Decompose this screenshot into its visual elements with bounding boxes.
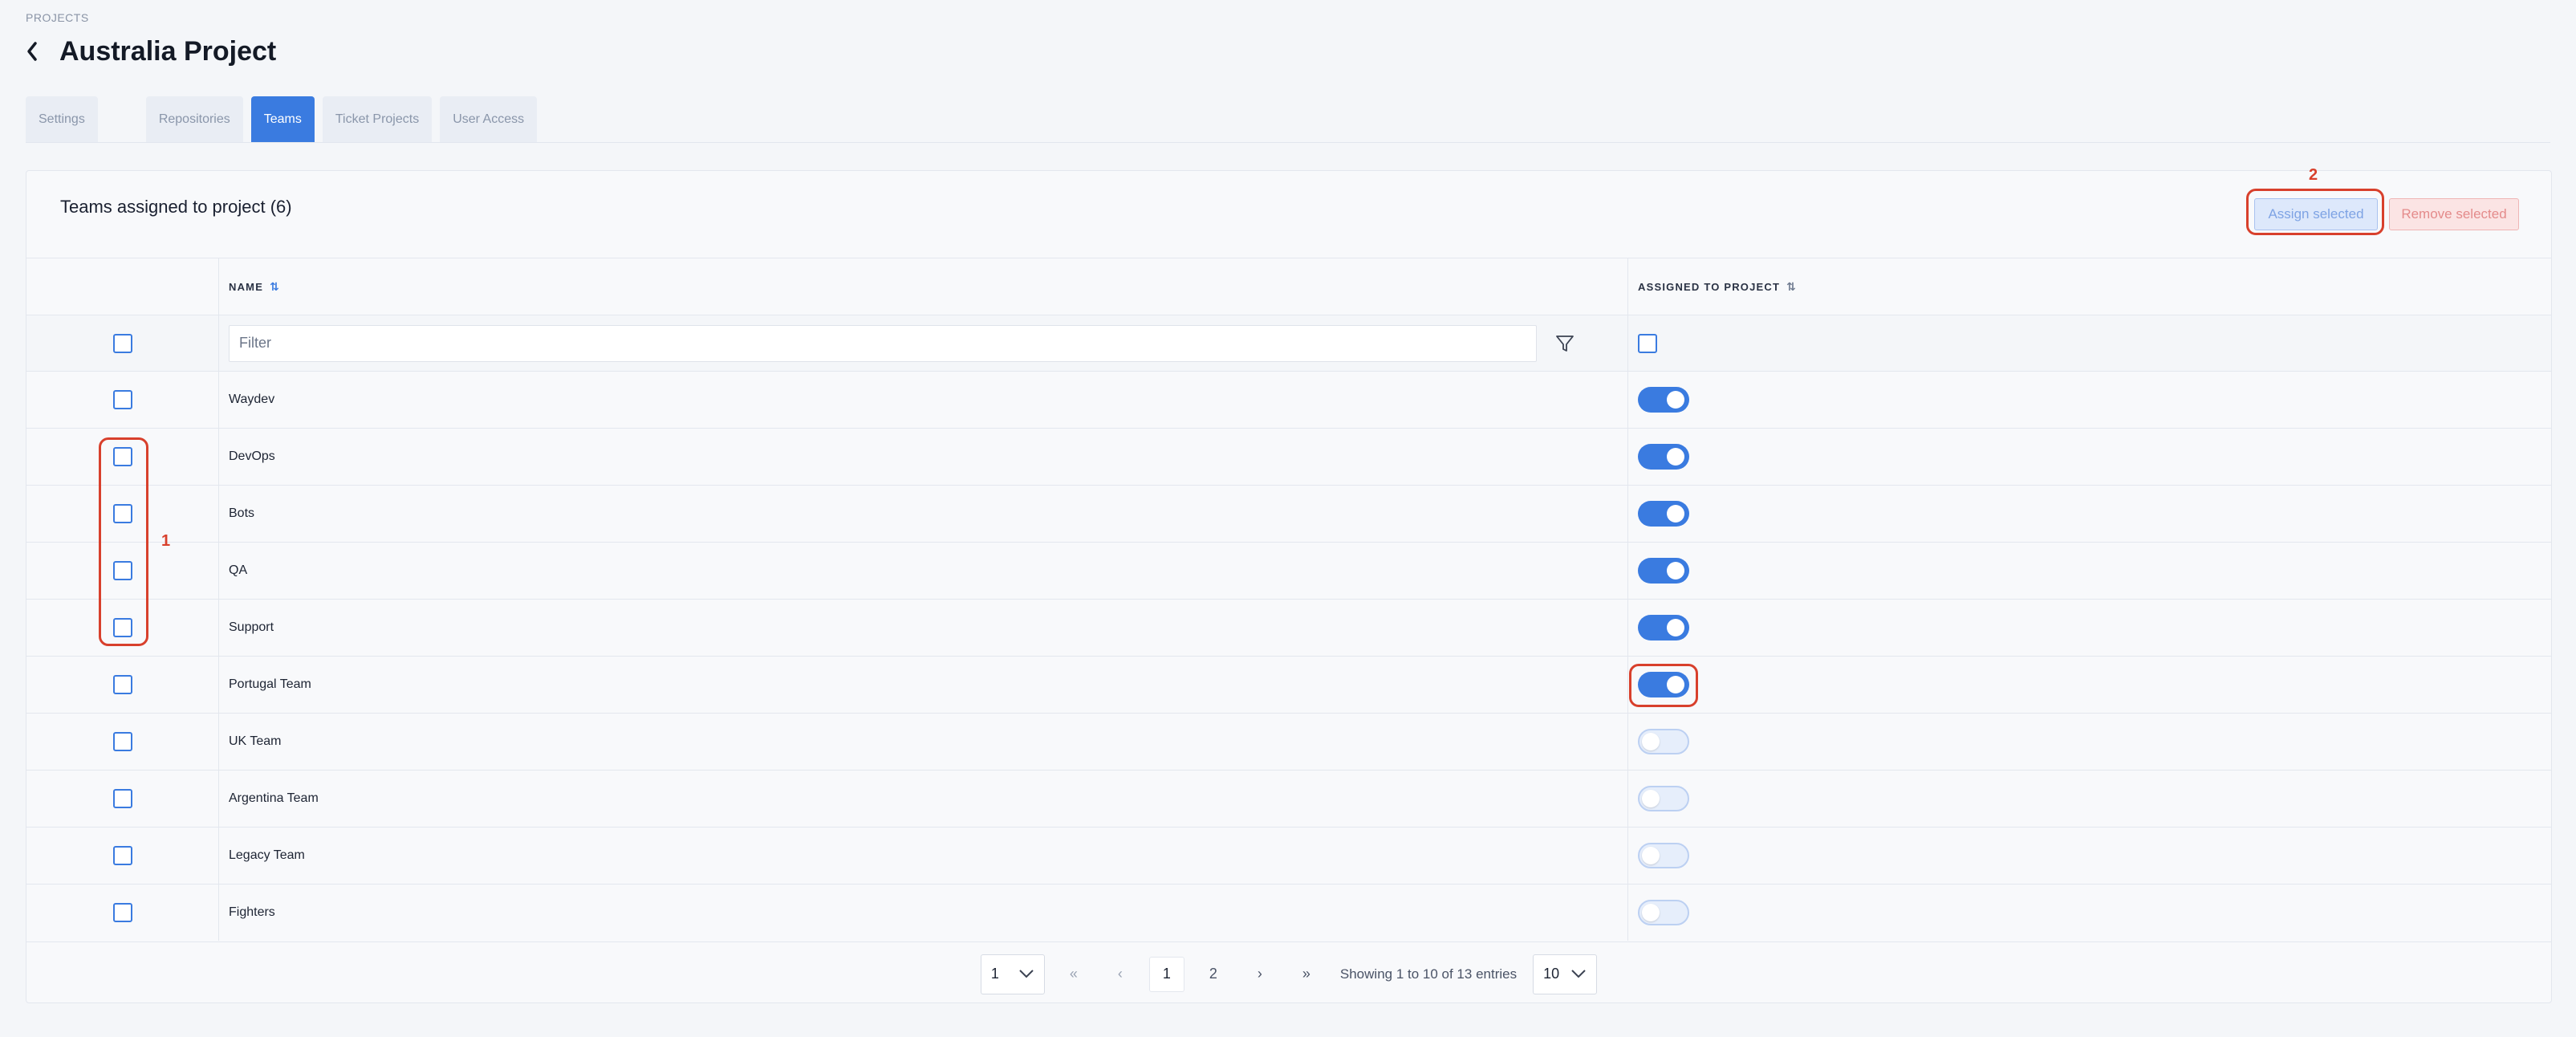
name-column-header[interactable]: NAME ⇅ bbox=[229, 280, 280, 294]
filter-input[interactable] bbox=[229, 324, 1537, 362]
teams-table: NAME ⇅ ASSIGNED TO PROJECT ⇅ Waydev bbox=[26, 258, 2551, 941]
assigned-column-header[interactable]: ASSIGNED TO PROJECT ⇅ bbox=[1638, 280, 1797, 294]
select-all-checkbox[interactable] bbox=[112, 333, 132, 353]
assigned-toggle[interactable] bbox=[1638, 558, 1689, 584]
row-checkbox[interactable] bbox=[112, 732, 132, 751]
remove-selected-button[interactable]: Remove selected bbox=[2389, 198, 2519, 230]
assigned-toggle[interactable] bbox=[1638, 672, 1689, 697]
row-checkbox[interactable] bbox=[112, 846, 132, 865]
assigned-toggle[interactable] bbox=[1638, 501, 1689, 527]
assigned-toggle[interactable] bbox=[1638, 387, 1689, 413]
page-select[interactable]: 1 bbox=[980, 954, 1045, 994]
toggle-knob bbox=[1667, 391, 1684, 409]
teams-card: Teams assigned to project (6) Assign sel… bbox=[26, 166, 2552, 1003]
assigned-header-label: ASSIGNED TO PROJECT bbox=[1638, 280, 1781, 293]
assigned-toggle[interactable] bbox=[1638, 843, 1689, 868]
page-select-value: 1 bbox=[990, 966, 999, 982]
row-checkbox[interactable] bbox=[112, 390, 132, 409]
team-name: Support bbox=[229, 620, 274, 634]
name-header-label: NAME bbox=[229, 280, 264, 293]
table-row: Fighters bbox=[26, 884, 2551, 941]
table-row: UK Team bbox=[26, 713, 2551, 770]
table-row: Support bbox=[26, 599, 2551, 656]
tab-teams[interactable]: Teams bbox=[250, 96, 315, 143]
table-row: Legacy Team bbox=[26, 827, 2551, 884]
team-name: Bots bbox=[229, 506, 255, 520]
table-row: Portugal Team bbox=[26, 656, 2551, 713]
assigned-toggle[interactable] bbox=[1638, 729, 1689, 754]
tab-repositories[interactable]: Repositories bbox=[145, 96, 243, 143]
tab-settings[interactable]: Settings bbox=[26, 96, 98, 143]
toggle-knob bbox=[1667, 619, 1684, 636]
toggle-knob bbox=[1667, 505, 1684, 523]
page-size-select[interactable]: 10 bbox=[1533, 954, 1598, 994]
team-name: UK Team bbox=[229, 734, 282, 748]
page-title: Australia Project bbox=[59, 35, 277, 67]
team-name: Portugal Team bbox=[229, 677, 311, 691]
annotation-label-1: 1 bbox=[161, 532, 171, 550]
toggle-knob bbox=[1642, 904, 1660, 921]
assigned-toggle[interactable] bbox=[1638, 786, 1689, 811]
breadcrumb[interactable]: PROJECTS bbox=[26, 11, 89, 24]
last-page-button[interactable]: » bbox=[1289, 957, 1324, 992]
row-checkbox[interactable] bbox=[112, 675, 132, 694]
chevron-down-icon bbox=[1018, 966, 1034, 982]
assigned-toggle[interactable] bbox=[1638, 444, 1689, 470]
tabs-divider bbox=[26, 142, 2550, 143]
prev-page-button[interactable]: ‹ bbox=[1103, 957, 1138, 992]
toggle-knob bbox=[1667, 448, 1684, 466]
entries-info: Showing 1 to 10 of 13 entries bbox=[1339, 966, 1518, 982]
team-name: DevOps bbox=[229, 449, 275, 463]
first-page-button[interactable]: « bbox=[1056, 957, 1091, 992]
sort-icon[interactable]: ⇅ bbox=[270, 280, 280, 294]
annotation-label-2: 2 bbox=[2309, 166, 2318, 184]
tab-user-access[interactable]: User Access bbox=[440, 96, 538, 143]
table-row: Bots bbox=[26, 485, 2551, 542]
page-button-1[interactable]: 1 bbox=[1148, 956, 1184, 992]
team-name: Argentina Team bbox=[229, 791, 319, 805]
toggle-knob bbox=[1667, 676, 1684, 693]
assign-selected-button[interactable]: Assign selected bbox=[2254, 198, 2378, 230]
card-title: Teams assigned to project (6) bbox=[60, 197, 292, 217]
filter-row bbox=[26, 315, 2551, 371]
row-checkbox[interactable] bbox=[112, 504, 132, 523]
tab-ticket-projects[interactable]: Ticket Projects bbox=[322, 96, 433, 143]
team-name: Waydev bbox=[229, 392, 275, 406]
assigned-toggle[interactable] bbox=[1638, 900, 1689, 925]
row-checkbox[interactable] bbox=[112, 618, 132, 637]
toggle-knob bbox=[1642, 790, 1660, 807]
tab-bar: Settings Repositories Teams Ticket Proje… bbox=[26, 96, 545, 143]
row-checkbox[interactable] bbox=[112, 447, 132, 466]
table-row: QA bbox=[26, 542, 2551, 599]
pagination: 1 « ‹ 1 2 › » Showing 1 to 10 of 13 entr… bbox=[26, 941, 2551, 994]
team-name: QA bbox=[229, 563, 248, 577]
back-arrow-icon[interactable] bbox=[26, 35, 48, 67]
table-header-row: NAME ⇅ ASSIGNED TO PROJECT ⇅ bbox=[26, 258, 2551, 315]
team-name: Fighters bbox=[229, 905, 275, 919]
chevron-down-icon bbox=[1570, 966, 1587, 982]
team-name: Legacy Team bbox=[229, 848, 305, 862]
table-row: Argentina Team bbox=[26, 770, 2551, 827]
row-checkbox[interactable] bbox=[112, 903, 132, 922]
assigned-filter-checkbox[interactable] bbox=[1638, 333, 1657, 353]
toggle-knob bbox=[1642, 733, 1660, 750]
page-size-value: 10 bbox=[1543, 966, 1560, 982]
row-checkbox[interactable] bbox=[112, 561, 132, 580]
table-row: DevOps bbox=[26, 428, 2551, 485]
toggle-knob bbox=[1642, 847, 1660, 864]
sort-icon[interactable]: ⇅ bbox=[1786, 280, 1797, 294]
filter-icon[interactable] bbox=[1554, 333, 1575, 354]
next-page-button[interactable]: › bbox=[1242, 957, 1278, 992]
page-button-2[interactable]: 2 bbox=[1196, 957, 1231, 992]
row-checkbox[interactable] bbox=[112, 789, 132, 808]
table-row: Waydev bbox=[26, 371, 2551, 428]
assigned-toggle[interactable] bbox=[1638, 615, 1689, 640]
toggle-knob bbox=[1667, 562, 1684, 580]
